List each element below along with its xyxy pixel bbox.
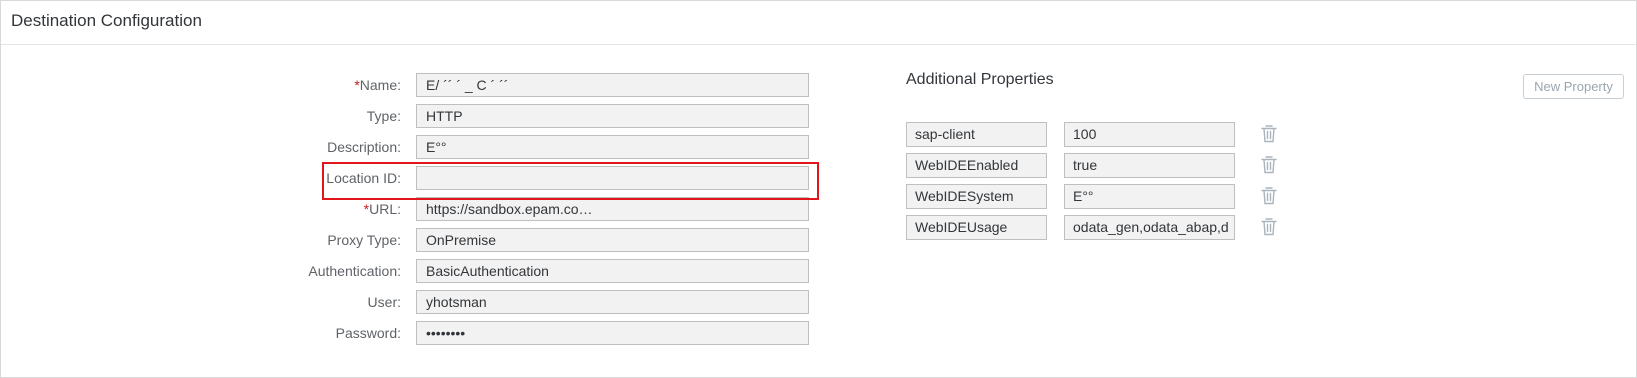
url-label: *URL: — [363, 201, 401, 217]
name-label: *Name: — [354, 77, 401, 93]
trash-icon[interactable] — [1261, 218, 1277, 236]
type-label: Type: — [366, 108, 401, 124]
location-id-highlight-box — [322, 162, 819, 200]
property-value-input[interactable]: 100 — [1064, 122, 1235, 147]
property-key-input[interactable]: WebIDESystem — [906, 184, 1047, 209]
destination-configuration-panel: Destination Configuration *Name: E/ ´´ ´… — [0, 0, 1637, 378]
additional-properties-title: Additional Properties — [906, 71, 1054, 88]
new-property-button[interactable]: New Property — [1523, 74, 1624, 99]
panel-header: Destination Configuration — [1, 1, 1636, 45]
authentication-label: Authentication: — [308, 263, 401, 279]
property-key-input[interactable]: sap-client — [906, 122, 1047, 147]
authentication-input[interactable]: BasicAuthentication — [416, 259, 809, 283]
trash-icon[interactable] — [1261, 156, 1277, 174]
password-input[interactable]: •••••••• — [416, 321, 809, 345]
user-input[interactable]: yhotsman — [416, 290, 809, 314]
description-input[interactable]: E°° — [416, 135, 809, 159]
proxy-type-input[interactable]: OnPremise — [416, 228, 809, 252]
name-input[interactable]: E/ ´´ ´ _ C ´ ´´ — [416, 73, 809, 97]
type-input[interactable]: HTTP — [416, 104, 809, 128]
property-value-input[interactable]: true — [1064, 153, 1235, 178]
trash-icon[interactable] — [1261, 125, 1277, 143]
panel-title: Destination Configuration — [11, 11, 202, 30]
trash-icon[interactable] — [1261, 187, 1277, 205]
url-input[interactable]: https://sandbox.epam.co… — [416, 197, 809, 221]
user-label: User: — [367, 294, 401, 310]
property-key-input[interactable]: WebIDEUsage — [906, 215, 1047, 240]
password-label: Password: — [335, 325, 401, 341]
property-value-input[interactable]: E°° — [1064, 184, 1235, 209]
property-key-input[interactable]: WebIDEEnabled — [906, 153, 1047, 178]
proxy-type-label: Proxy Type: — [327, 232, 401, 248]
property-value-input[interactable]: odata_gen,odata_abap,d — [1064, 215, 1235, 240]
description-label: Description: — [327, 139, 401, 155]
